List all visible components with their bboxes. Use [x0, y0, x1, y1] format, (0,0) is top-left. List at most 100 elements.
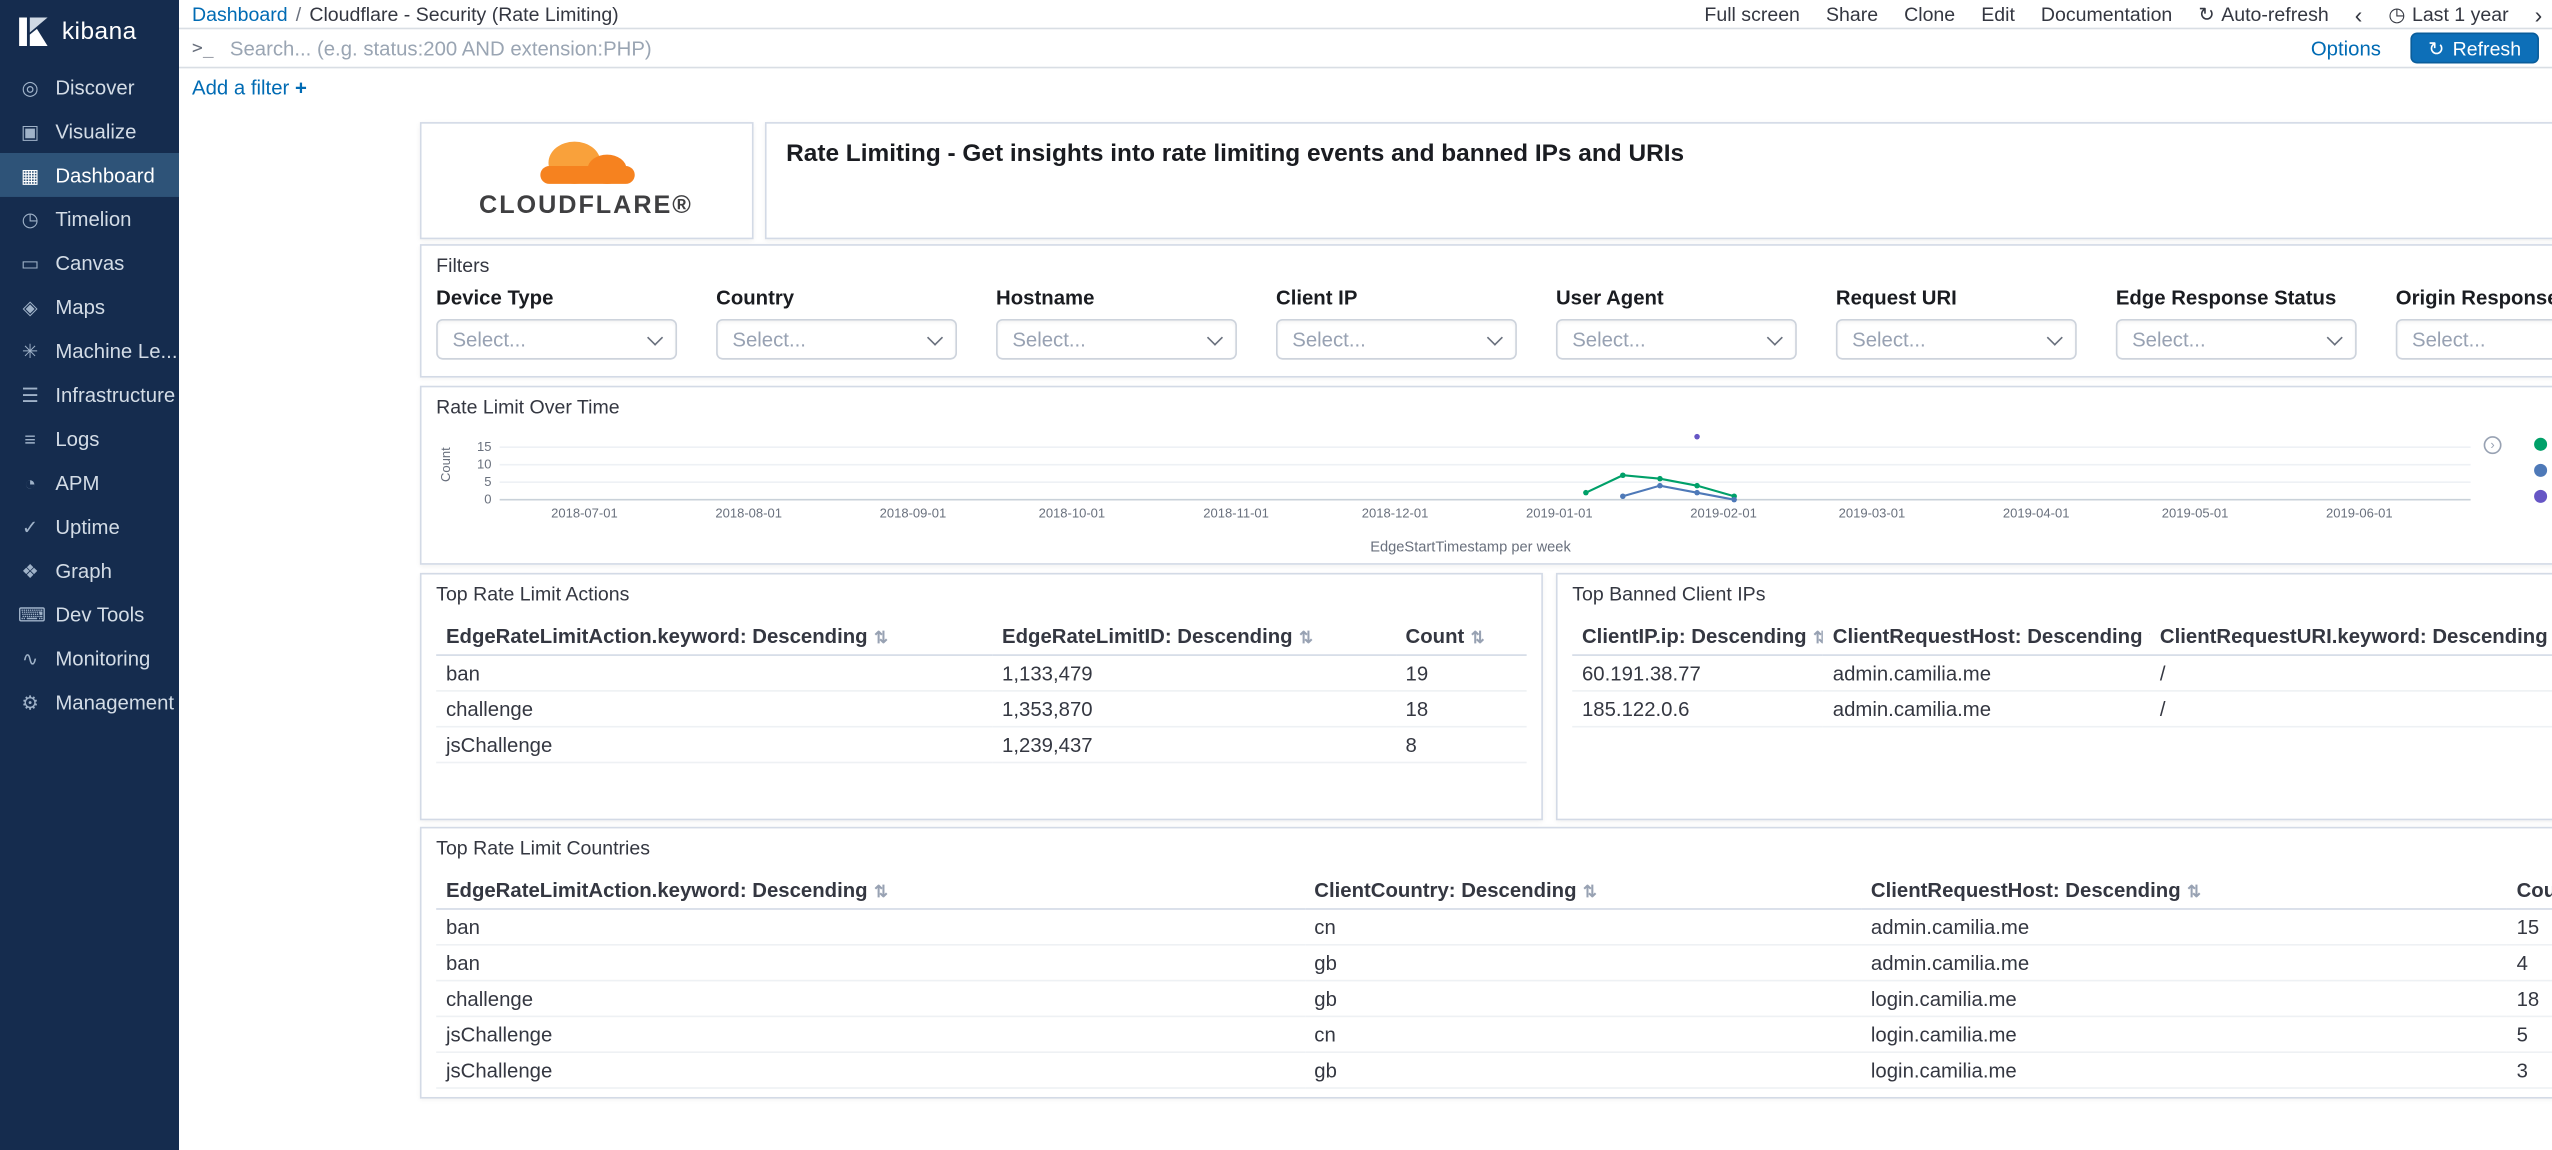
sidebar-item-uptime[interactable]: ✓ Uptime [0, 505, 179, 549]
column-header-clientcountry-descending[interactable]: ClientCountry: Descending ⇅ [1304, 872, 1862, 910]
filter-field-edge-response-status: Edge Response Status Select... [2115, 286, 2357, 360]
column-header-clientrequesthost-descending[interactable]: ClientRequestHost: Descending⇅ [1861, 872, 2507, 910]
sidebar-item-maps[interactable]: ◈ Maps [0, 285, 179, 329]
svg-text:2018-10-01: 2018-10-01 [1039, 506, 1106, 521]
time-back-chevron-icon[interactable]: ‹ [2355, 3, 2363, 26]
filter-select-user-agent[interactable]: Select... [1555, 318, 1797, 360]
main-area: Dashboard / Cloudflare - Security (Rate … [179, 0, 2552, 1150]
table-cell: login.camilia.me [1861, 1052, 2507, 1089]
sidebar-item-dev-tools[interactable]: ⌨ Dev Tools [0, 592, 179, 636]
breadcrumb-dashboard-link[interactable]: Dashboard [192, 3, 288, 26]
sidebar-item-label: Dashboard [55, 163, 155, 187]
filter-label: Client IP [1275, 286, 1358, 310]
table-row: jsChallenge cn login.camilia.me 5 [436, 1016, 2552, 1054]
filter-select-device-type[interactable]: Select... [436, 318, 678, 360]
svg-text:10: 10 [477, 457, 491, 472]
sidebar-item-graph[interactable]: ❖ Graph [0, 548, 179, 592]
sidebar-item-monitoring[interactable]: ∿ Monitoring [0, 636, 179, 680]
legend-item-ban[interactable]: ban [2534, 435, 2552, 455]
sidebar-item-discover[interactable]: ◎ Discover [0, 65, 179, 109]
clock-icon: ◷ [2388, 3, 2406, 27]
sidebar-item-visualize[interactable]: ▣ Visualize [0, 109, 179, 153]
sidebar-item-logs[interactable]: ≡ Logs [0, 417, 179, 461]
sidebar-item-management[interactable]: ⚙ Management [0, 680, 179, 724]
options-link[interactable]: Options [2311, 37, 2381, 60]
sidebar-item-dashboard[interactable]: ▦ Dashboard [0, 152, 180, 197]
add-filter-button[interactable]: Add a filter + [192, 76, 307, 99]
table-cell: ban [436, 908, 1305, 946]
filter-label: Origin Response Status [2395, 286, 2552, 310]
sort-icon: ⇅ [1583, 883, 1597, 902]
sidebar-item-canvas[interactable]: ▭ Canvas [0, 241, 179, 285]
column-header-edgeratelimitaction-keyword-descending[interactable]: EdgeRateLimitAction.keyword: Descending ⇅ [436, 618, 993, 656]
edit-button[interactable]: Edit [1981, 3, 2015, 26]
uptime-check-icon: ✓ [21, 515, 39, 538]
svg-text:2018-09-01: 2018-09-01 [880, 506, 947, 521]
search-input[interactable] [226, 34, 2298, 62]
chart-plot-area: 0 5 10 15 2018-07-01 2018-08-01 2018-09-01 2018… [477, 433, 2471, 521]
table-row: jsChallenge gb login.camilia.me 3 [436, 1052, 2552, 1089]
svg-text:2018-07-01: 2018-07-01 [551, 506, 618, 521]
refresh-button[interactable]: ↻ Refresh [2410, 32, 2539, 64]
table-cell: ban [436, 655, 993, 692]
topbar-actions: Full screen Share Clone Edit Documentation [1704, 3, 2172, 26]
svg-text:5: 5 [484, 474, 491, 489]
select-placeholder: Select... [1572, 327, 1646, 351]
documentation-button[interactable]: Documentation [2041, 3, 2172, 26]
sort-icon: ⇅ [1299, 629, 1313, 648]
auto-refresh-button[interactable]: ↻ Auto-refresh [2198, 3, 2328, 26]
apm-icon: ◔ [24, 471, 37, 494]
time-range-button[interactable]: ◷ Last 1 year [2388, 3, 2508, 26]
sidebar-item-timelion[interactable]: ◷ Timelion [0, 197, 179, 241]
filter-field-client-ip: Client IP Select... [1275, 286, 1517, 360]
top-rate-limit-actions-panel: Top Rate Limit Actions EdgeRateLimitActi… [419, 572, 1543, 821]
filter-select-edge-response-status[interactable]: Select... [2115, 318, 2357, 360]
column-header-count[interactable]: Count⇅ [2506, 872, 2552, 910]
discover-compass-icon: ◎ [21, 75, 39, 99]
table-row: jsChallenge 1,239,437 8 [436, 726, 1527, 764]
sidebar-item-machine-le[interactable]: ✳ Machine Le... [0, 329, 179, 373]
full-screen-button[interactable]: Full screen [1704, 3, 1800, 26]
maps-icon: ◈ [22, 295, 38, 319]
chevron-down-icon [1486, 329, 1503, 346]
table-cell: 5 [2506, 1016, 2552, 1054]
sidebar-item-label: Machine Le... [55, 339, 178, 363]
table-cell: 4 [2506, 944, 2552, 982]
column-header-clientrequesturi-keyword-descending[interactable]: ClientRequestURI.keyword: Descending⇅ [2150, 618, 2552, 656]
svg-text:2019-01-01: 2019-01-01 [1526, 506, 1593, 521]
time-forward-chevron-icon[interactable]: › [2535, 3, 2543, 26]
sidebar-item-label: Discover [55, 75, 135, 99]
chevron-down-icon [2046, 329, 2063, 346]
filter-label: User Agent [1555, 286, 1664, 310]
filter-select-country[interactable]: Select... [716, 318, 957, 360]
clone-button[interactable]: Clone [1904, 3, 1955, 26]
filter-select-origin-response-status[interactable]: Select... [2395, 318, 2552, 360]
legend-item-jschallenge[interactable]: jsChallenge [2534, 461, 2552, 481]
legend-item-challenge[interactable]: challenge [2534, 487, 2552, 507]
select-placeholder: Select... [1852, 327, 1926, 351]
share-button[interactable]: Share [1826, 3, 1878, 26]
filter-select-client-ip[interactable]: Select... [1275, 318, 1517, 360]
sort-icon: ⇅ [1813, 630, 1823, 648]
column-header-clientrequesthost-descending[interactable]: ClientRequestHost: Descending⇅ [1823, 618, 2151, 656]
sidebar-item-infrastructure[interactable]: ☰ Infrastructure [0, 373, 179, 417]
column-header-clientip-ip-descending[interactable]: ClientIP.ip: Descending⇅ [1572, 618, 1824, 656]
legend-expand-icon[interactable]: › [2483, 436, 2502, 455]
sidebar-item-label: Maps [55, 295, 106, 319]
table-cell: 18 [2506, 980, 2552, 1018]
filter-field-hostname: Hostname Select... [996, 286, 1237, 360]
sidebar-item-label: Graph [55, 559, 112, 582]
table-cell: 19 [1395, 655, 1527, 692]
kibana-logo[interactable]: kibana [0, 0, 179, 65]
panel-title-filters: Filters [436, 253, 490, 277]
column-header-edgeratelimitid-descending[interactable]: EdgeRateLimitID: Descending ⇅ [992, 618, 1396, 656]
filter-select-request-uri[interactable]: Select... [1835, 318, 2077, 360]
sidebar-item-apm[interactable]: ◔ APM [0, 461, 179, 505]
column-header-count[interactable]: Count⇅ [1395, 618, 1527, 656]
column-header-edgeratelimitaction-keyword-descending[interactable]: EdgeRateLimitAction.keyword: Descending ⇅ [436, 872, 1305, 910]
chart-legend: › ban jsChallenge challenge [2483, 422, 2552, 555]
canvas-icon: ▭ [20, 251, 40, 275]
filter-select-hostname[interactable]: Select... [996, 318, 1237, 360]
sidebar-item-label: APM [55, 471, 100, 494]
table-cell: 3 [2506, 1052, 2552, 1089]
